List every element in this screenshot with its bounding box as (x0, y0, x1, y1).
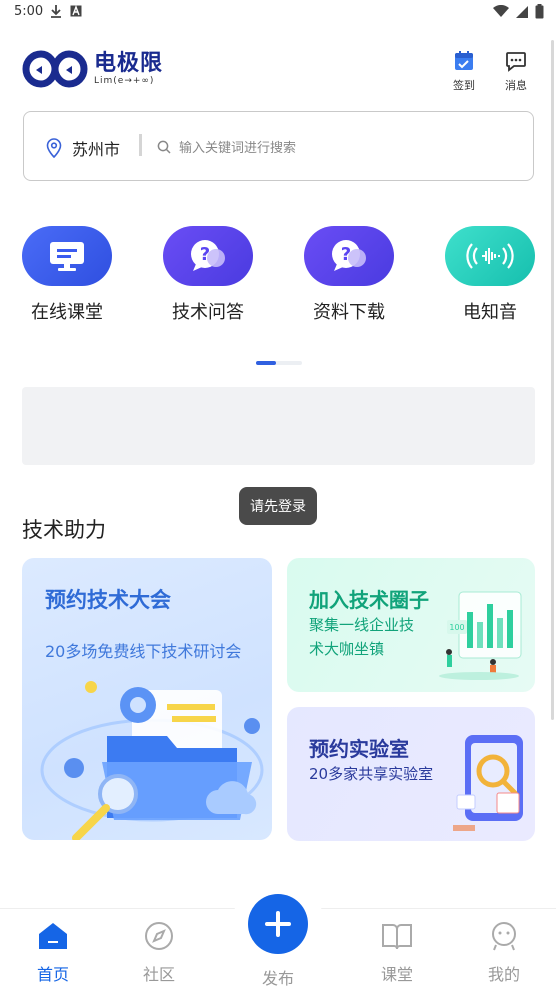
page-indicator-active (256, 361, 276, 365)
status-left-icons (50, 4, 82, 18)
publish-button[interactable] (248, 894, 308, 954)
status-right-icons (493, 4, 544, 19)
sound-wave-icon (445, 226, 535, 286)
tab-label: 首页 (36, 965, 69, 984)
messages-label: 消息 (505, 79, 527, 92)
tab-label: 我的 (487, 965, 520, 984)
tab-label: 社区 (142, 965, 175, 984)
sign-in-button[interactable]: 签到 (444, 50, 484, 93)
logo-text: 电极限 Lim(e→+∞) (94, 51, 164, 87)
quick-nav-label: 技术问答 (172, 302, 244, 323)
plus-icon (265, 911, 291, 937)
app-header: 电极限 Lim(e→+∞) 签到 消息 (0, 44, 556, 100)
quick-nav-downloads[interactable]: ? 资料下载 (289, 226, 409, 324)
city-selector[interactable]: 苏州市 (46, 136, 120, 160)
sign-in-label: 签到 (453, 79, 475, 92)
tab-classroom[interactable]: 课堂 (357, 921, 437, 985)
infinity-logo-icon (22, 50, 88, 88)
battery-icon (535, 4, 544, 19)
section-title: 技术助力 (22, 518, 106, 542)
search-input[interactable]: 输入关键词进行搜索 (157, 137, 296, 156)
signal-icon (516, 5, 528, 18)
page-indicator (256, 361, 302, 365)
scrollbar[interactable] (551, 40, 554, 720)
folder-illustration-icon (40, 681, 264, 840)
question-chat-icon: ? (304, 226, 394, 286)
svg-text:100: 100 (449, 623, 464, 632)
city-name: 苏州市 (72, 140, 121, 159)
banner-carousel[interactable] (22, 387, 535, 465)
card-subtitle-line2: 术大咖坐镇 (309, 640, 385, 658)
card-title: 预约技术大会 (45, 588, 171, 612)
search-icon (157, 140, 171, 154)
quick-nav-audio[interactable]: 电知音 (430, 226, 550, 324)
quick-nav-tech-qa[interactable]: ? 技术问答 (148, 226, 268, 324)
tab-label: 课堂 (380, 965, 413, 984)
card-lab[interactable]: 预约实验室 20多家共享实验室 (287, 707, 535, 841)
quick-nav: 在线课堂 ? 技术问答 ? 资料下载 电知音 (0, 226, 556, 336)
a-box-icon (70, 5, 82, 17)
compass-icon (145, 922, 173, 950)
quick-nav-label: 电知音 (463, 302, 517, 323)
calendar-check-icon (455, 51, 473, 70)
quick-nav-online-class[interactable]: 在线课堂 (7, 226, 127, 324)
wifi-icon (493, 5, 509, 17)
publish-label: 发布 (261, 969, 294, 988)
open-book-icon (382, 924, 412, 950)
svg-text:?: ? (200, 244, 210, 265)
card-tech-circle[interactable]: 加入技术圈子 聚集一线企业技 术大咖坐镇 100 (287, 558, 535, 692)
card-title: 预约实验室 (309, 737, 409, 761)
lab-illustration-icon (453, 735, 523, 831)
quick-nav-label: 在线课堂 (31, 302, 103, 323)
status-time: 5:00 (14, 4, 44, 19)
svg-text:?: ? (341, 244, 351, 265)
search-divider (139, 134, 142, 156)
card-tech-conference[interactable]: 预约技术大会 20多场免费线下技术研讨会 (22, 558, 272, 840)
home-icon (39, 923, 67, 949)
brand-logo: 电极限 Lim(e→+∞) (22, 50, 163, 88)
quick-nav-label: 资料下载 (313, 302, 385, 323)
search-placeholder: 输入关键词进行搜索 (179, 141, 297, 156)
status-bar: 5:00 (0, 0, 556, 26)
card-title: 加入技术圈子 (309, 588, 429, 612)
messages-button[interactable]: 消息 (496, 50, 536, 93)
tab-community[interactable]: 社区 (119, 921, 199, 985)
tab-home[interactable]: 首页 (13, 921, 93, 985)
login-toast: 请先登录 (239, 487, 317, 525)
card-subtitle: 20多家共享实验室 (309, 765, 434, 783)
search-bar[interactable]: 苏州市 输入关键词进行搜索 (23, 111, 534, 181)
screen-icon (22, 226, 112, 286)
logo-subtitle: Lim(e→+∞) (94, 76, 155, 86)
profile-face-icon (492, 922, 516, 951)
card-subtitle: 20多场免费线下技术研讨会 (45, 642, 242, 661)
logo-name: 电极限 (94, 51, 164, 76)
chat-bubble-icon (506, 52, 526, 72)
question-chat-icon: ? (163, 226, 253, 286)
dashboard-illustration-icon: 100 (439, 591, 522, 680)
download-icon (51, 5, 61, 18)
card-subtitle-line1: 聚集一线企业技 (309, 616, 415, 634)
tab-mine[interactable]: 我的 (464, 921, 544, 985)
location-pin-icon (46, 138, 62, 158)
